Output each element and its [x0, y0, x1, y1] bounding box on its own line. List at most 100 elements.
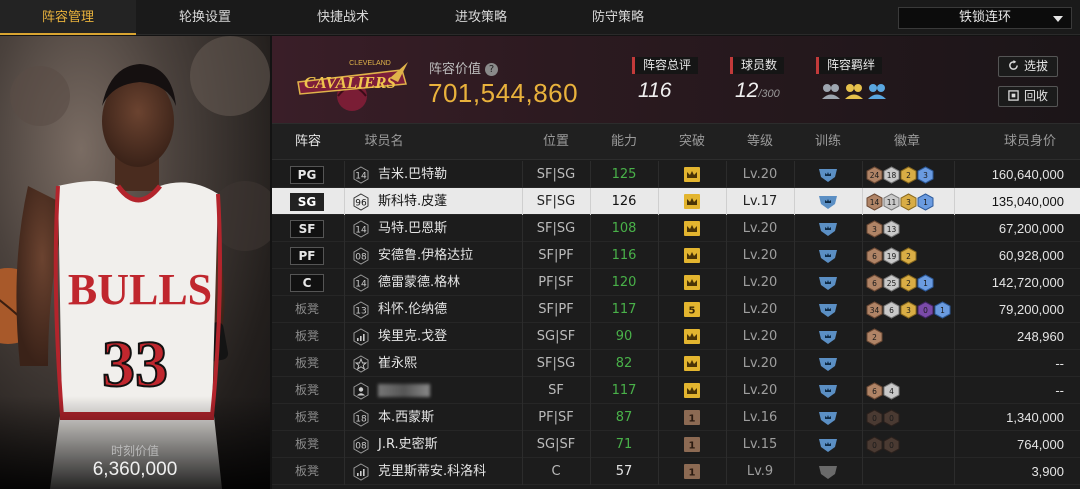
badge-silver-icon[interactable]: 11	[883, 193, 900, 211]
badge-dark-icon[interactable]: 0	[866, 409, 883, 427]
help-icon[interactable]: ?	[485, 63, 499, 76]
badge-blue-icon[interactable]: 1	[917, 193, 934, 211]
training-icon[interactable]	[818, 167, 838, 183]
tab-rotation-settings[interactable]: 轮换设置	[136, 0, 274, 35]
jersey-number: 13	[355, 307, 366, 317]
table-row[interactable]: 板凳 SF 117 Lv.20 6 4 --	[272, 377, 1080, 404]
tab-defense-strategy[interactable]: 防守策略	[550, 0, 686, 35]
table-row[interactable]: 板凳 崔永熙 SF|SG 82 Lv.20 --	[272, 350, 1080, 377]
training-icon[interactable]	[818, 464, 838, 480]
training-icon[interactable]	[818, 356, 838, 372]
table-row[interactable]: 板凳 18 本.西蒙斯 PF|SF 87 1 Lv.16 0 0 1,340,000	[272, 404, 1080, 431]
training-icon[interactable]	[818, 194, 838, 210]
table-row[interactable]: 板凳 克里斯蒂安.科洛科 C 57 1 Lv.9 3,900	[272, 458, 1080, 485]
player-name[interactable]: 科怀.伦纳德	[378, 296, 447, 323]
player-name[interactable]: 吉米.巴特勒	[378, 161, 447, 188]
team-logo-subtext: CLEVELAND	[349, 60, 391, 67]
player-name[interactable]: 克里斯蒂安.科洛科	[378, 458, 486, 485]
badge-bronze-icon[interactable]: 24	[866, 166, 883, 184]
player-portrait-panel: BULLS 33 时刻价值 6,360,000	[0, 36, 270, 489]
tab-offense-strategy[interactable]: 进攻策略	[412, 0, 550, 35]
badge-bronze-icon[interactable]: 6	[866, 247, 883, 265]
slot-position-badge[interactable]: SG	[290, 193, 324, 211]
slot-position-badge[interactable]: PG	[290, 166, 324, 184]
bond-gold-icon[interactable]	[844, 82, 864, 100]
badge-dark-icon[interactable]: 0	[883, 409, 900, 427]
badge-list: 6 25 2 1	[866, 274, 934, 292]
training-icon[interactable]	[818, 302, 838, 318]
slot-position-badge[interactable]: SF	[290, 220, 324, 238]
badge-bronze-icon[interactable]: 6	[866, 274, 883, 292]
badge-silver-icon[interactable]: 25	[883, 274, 900, 292]
tab-quick-tactics[interactable]: 快捷战术	[274, 0, 412, 35]
table-row[interactable]: SF 14 马特.巴恩斯 SF|SG 108 Lv.20 3 13 67,200,000	[272, 215, 1080, 242]
badge-count: 3	[906, 198, 911, 207]
player-name[interactable]: 德雷蒙德.格林	[378, 269, 460, 296]
player-position: SF|PF	[538, 302, 574, 317]
bond-blue-icon[interactable]	[867, 82, 887, 100]
recycle-button[interactable]: 回收	[998, 86, 1058, 107]
training-icon[interactable]	[818, 275, 838, 291]
player-name[interactable]: 安德鲁.伊格达拉	[378, 242, 473, 269]
player-name[interactable]: 本.西蒙斯	[378, 404, 434, 431]
tab-lineup-management[interactable]: 阵容管理	[0, 0, 136, 35]
player-name[interactable]: 马特.巴恩斯	[378, 215, 447, 242]
slot-bench-label[interactable]: 板凳	[290, 404, 324, 431]
player-name[interactable]: 埃里克.戈登	[378, 323, 447, 350]
badge-bronze-icon[interactable]: 34	[866, 301, 883, 319]
badge-count: 0	[889, 414, 894, 423]
badge-purple-icon[interactable]: 0	[917, 301, 934, 319]
badge-silver-icon[interactable]: 18	[883, 166, 900, 184]
table-row[interactable]: 板凳 08 J.R.史密斯 SG|SF 71 1 Lv.15 0 0 764,000	[272, 431, 1080, 458]
slot-bench-label[interactable]: 板凳	[290, 350, 324, 377]
badge-gold-icon[interactable]: 2	[900, 247, 917, 265]
table-row[interactable]: PG 14 吉米.巴特勒 SF|SG 125 Lv.20 24 18 2 3 160,640,000	[272, 161, 1080, 188]
table-row[interactable]: 板凳 13 科怀.伦纳德 SF|PF 117 5 Lv.20 34 6 3 0 1 79,200,000	[272, 296, 1080, 323]
training-icon[interactable]	[818, 329, 838, 345]
player-name[interactable]: J.R.史密斯	[378, 431, 438, 458]
badge-gold-icon[interactable]: 2	[900, 166, 917, 184]
badge-dark-icon[interactable]: 0	[866, 436, 883, 454]
training-icon[interactable]	[818, 383, 838, 399]
slot-bench-label[interactable]: 板凳	[290, 323, 324, 350]
slot-position-badge[interactable]: C	[290, 274, 324, 292]
player-name[interactable]: 斯科特.皮蓬	[378, 188, 447, 215]
player-position: SF|SG	[536, 167, 576, 182]
badge-silver-icon[interactable]: 6	[883, 301, 900, 319]
badge-silver-icon[interactable]: 19	[883, 247, 900, 265]
slot-bench-label[interactable]: 板凳	[290, 296, 324, 323]
column-divider	[344, 215, 345, 242]
badge-bronze-icon[interactable]: 14	[866, 193, 883, 211]
badge-gold-icon[interactable]: 3	[900, 301, 917, 319]
training-icon[interactable]	[818, 248, 838, 264]
badge-blue-icon[interactable]: 1	[917, 274, 934, 292]
team-value-label-text: 阵容价值	[429, 62, 482, 77]
column-divider	[794, 161, 795, 188]
table-row[interactable]: SG 96 斯科特.皮蓬 SF|SG 126 Lv.17 14 11 3 1 135,040,000	[272, 188, 1080, 215]
badge-gold-icon[interactable]: 2	[900, 274, 917, 292]
slot-bench-label[interactable]: 板凳	[290, 431, 324, 458]
badge-bronze-icon[interactable]: 6	[866, 382, 883, 400]
slot-position-badge[interactable]: PF	[290, 247, 324, 265]
bond-silver-icon[interactable]	[821, 82, 841, 100]
lineup-select-dropdown[interactable]: 铁锁连环	[898, 7, 1072, 29]
badge-blue-icon[interactable]: 3	[917, 166, 934, 184]
badge-silver-icon[interactable]: 13	[883, 220, 900, 238]
table-row[interactable]: 板凳 埃里克.戈登 SG|SF 90 Lv.20 2 248,960	[272, 323, 1080, 350]
training-icon[interactable]	[818, 410, 838, 426]
badge-bronze-icon[interactable]: 3	[866, 220, 883, 238]
table-row[interactable]: C 14 德雷蒙德.格林 PF|SF 120 Lv.20 6 25 2 1 142,720,000	[272, 269, 1080, 296]
badge-dark-icon[interactable]: 0	[883, 436, 900, 454]
badge-gold-icon[interactable]: 3	[900, 193, 917, 211]
select-button[interactable]: 选拔	[998, 56, 1058, 77]
slot-bench-label[interactable]: 板凳	[290, 458, 324, 485]
slot-bench-label[interactable]: 板凳	[290, 377, 324, 404]
player-name[interactable]: 崔永熙	[378, 350, 417, 377]
column-divider	[658, 296, 659, 323]
badge-bronze-icon[interactable]: 2	[866, 328, 883, 346]
training-icon[interactable]	[818, 221, 838, 237]
table-row[interactable]: PF 08 安德鲁.伊格达拉 SF|PF 116 Lv.20 6 19 2 60,928,000	[272, 242, 1080, 269]
badge-silver-icon[interactable]: 4	[883, 382, 900, 400]
badge-blue-icon[interactable]: 1	[934, 301, 951, 319]
training-icon[interactable]	[818, 437, 838, 453]
